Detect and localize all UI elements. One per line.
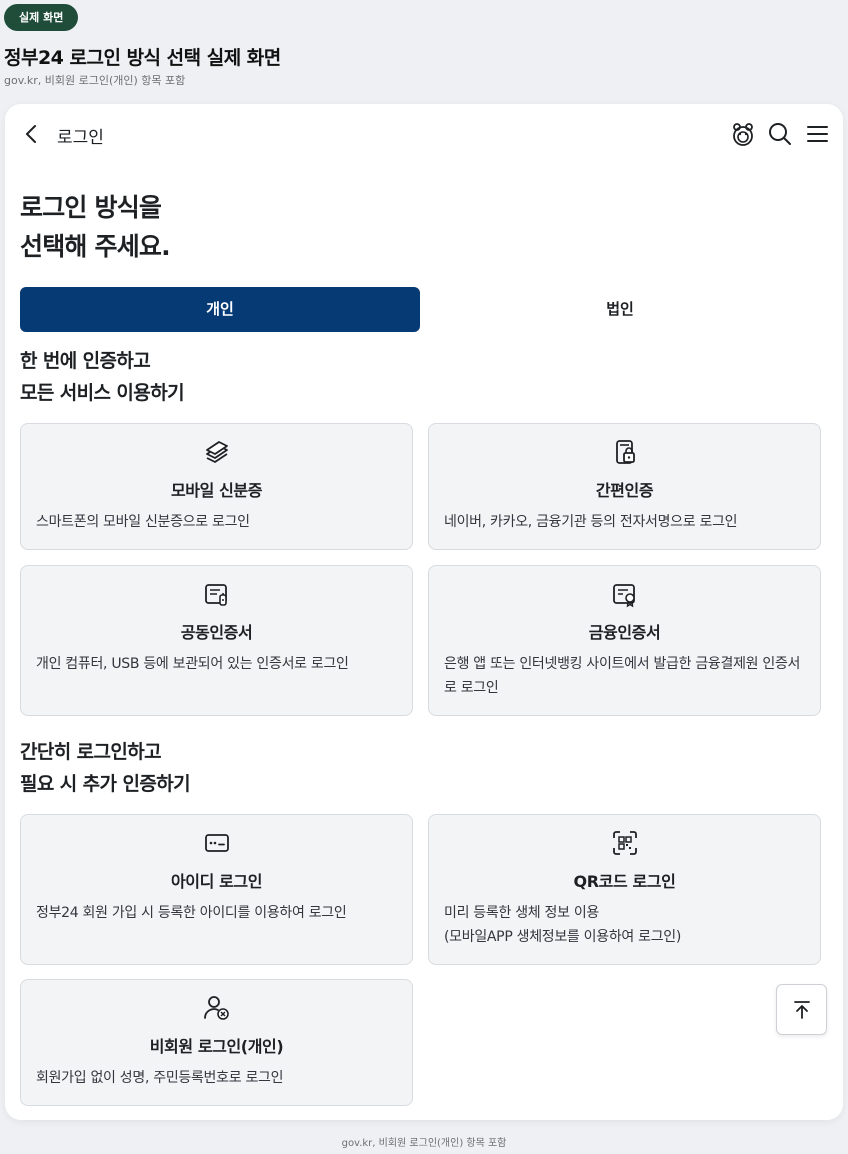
page-heading: 로그인 방식을 선택해 주세요.	[20, 188, 171, 266]
menu-icon[interactable]	[805, 121, 831, 147]
non-member-icon	[203, 994, 231, 1022]
card-description: 회원가입 없이 성명, 주민등록번호로 로그인	[36, 1070, 284, 1086]
arrow-up-icon	[794, 1001, 810, 1019]
page-heading-line2: 선택해 주세요.	[20, 232, 171, 261]
user-type-tabs: 개인 법인	[20, 287, 820, 332]
card-description: 은행 앱 또는 인터넷뱅킹 사이트에서 발급한 금융결제원 인증서로 로그인	[444, 656, 801, 696]
document-title: 정부24 로그인 방식 선택 실제 화면	[4, 47, 281, 69]
id-login-icon	[203, 829, 231, 857]
card-description-line2: (모바일APP 생체정보를 이용하여 로그인)	[444, 929, 682, 945]
card-description: 개인 컴퓨터, USB 등에 보관되어 있는 인증서로 로그인	[36, 656, 349, 672]
card-title: 아이디 로그인	[170, 872, 263, 891]
card-description: 정부24 회원 가입 시 등록한 아이디를 이용하여 로그인	[36, 905, 347, 921]
id-login-card[interactable]: 아이디 로그인 정부24 회원 가입 시 등록한 아이디를 이용하여 로그인	[20, 814, 413, 965]
top-bar: 로그인	[5, 104, 843, 164]
section-title-line1: 한 번에 인증하고	[20, 350, 151, 372]
section-title-line1: 간단히 로그인하고	[20, 741, 162, 763]
non-member-login-card[interactable]: 비회원 로그인(개인) 회원가입 없이 성명, 주민등록번호로 로그인	[20, 979, 413, 1106]
page-heading-line1: 로그인 방식을	[20, 193, 162, 222]
card-description: 네이버, 카카오, 금융기관 등의 전자서명으로 로그인	[444, 514, 738, 530]
mobile-id-icon	[203, 438, 231, 466]
card-title: 간편인증	[595, 481, 654, 500]
card-title: 금융인증서	[588, 623, 661, 642]
simple-auth-card[interactable]: 간편인증 네이버, 카카오, 금융기관 등의 전자서명으로 로그인	[428, 423, 821, 550]
document-subtitle: gov.kr, 비회원 로그인(개인) 항목 포함	[4, 74, 186, 87]
qr-login-card[interactable]: QR코드 로그인 미리 등록한 생체 정보 이용 (모바일APP 생체정보를 이…	[428, 814, 821, 965]
screen-badge: 실제 화면	[4, 4, 79, 31]
scroll-to-top-button[interactable]	[776, 984, 827, 1035]
tab-individual[interactable]: 개인	[20, 287, 420, 332]
card-title: 비회원 로그인(개인)	[149, 1037, 284, 1056]
joint-cert-card[interactable]: 공동인증서 개인 컴퓨터, USB 등에 보관되어 있는 인증서로 로그인	[20, 565, 413, 716]
qr-code-icon	[611, 829, 639, 857]
card-title: QR코드 로그인	[573, 872, 676, 891]
mobile-id-card[interactable]: 모바일 신분증 스마트폰의 모바일 신분증으로 로그인	[20, 423, 413, 550]
simple-auth-icon	[611, 438, 639, 466]
card-description: 미리 등록한 생체 정보 이용 (모바일APP 생체정보를 이용하여 로그인)	[444, 901, 808, 949]
top-bar-title: 로그인	[57, 128, 104, 148]
section-title-line2: 모든 서비스 이용하기	[20, 382, 185, 404]
card-title: 모바일 신분증	[170, 481, 263, 500]
joint-cert-icon	[203, 580, 231, 608]
search-icon[interactable]	[767, 121, 793, 147]
section-title-line2: 필요 시 추가 인증하기	[20, 773, 191, 795]
card-description: 스마트폰의 모바일 신분증으로 로그인	[36, 514, 250, 530]
section-title-certified: 한 번에 인증하고 모든 서비스 이용하기	[20, 345, 185, 409]
card-title: 공동인증서	[180, 623, 253, 642]
financial-cert-card[interactable]: 금융인증서 은행 앱 또는 인터넷뱅킹 사이트에서 발급한 금융결제원 인증서로…	[428, 565, 821, 716]
card-description-line1: 미리 등록한 생체 정보 이용	[444, 905, 599, 921]
section-title-simple: 간단히 로그인하고 필요 시 추가 인증하기	[20, 736, 191, 800]
mobile-screen-frame: 로그인 로그인 방식을 선택해 주세요. 개인 법인 한 번에 인증하고 모든 …	[5, 104, 843, 1120]
tab-corporation[interactable]: 법인	[420, 287, 820, 332]
mascot-icon[interactable]	[730, 121, 756, 147]
financial-cert-icon	[611, 580, 639, 608]
footer-caption: gov.kr, 비회원 로그인(개인) 항목 포함	[341, 1138, 507, 1149]
back-icon[interactable]	[21, 122, 43, 146]
